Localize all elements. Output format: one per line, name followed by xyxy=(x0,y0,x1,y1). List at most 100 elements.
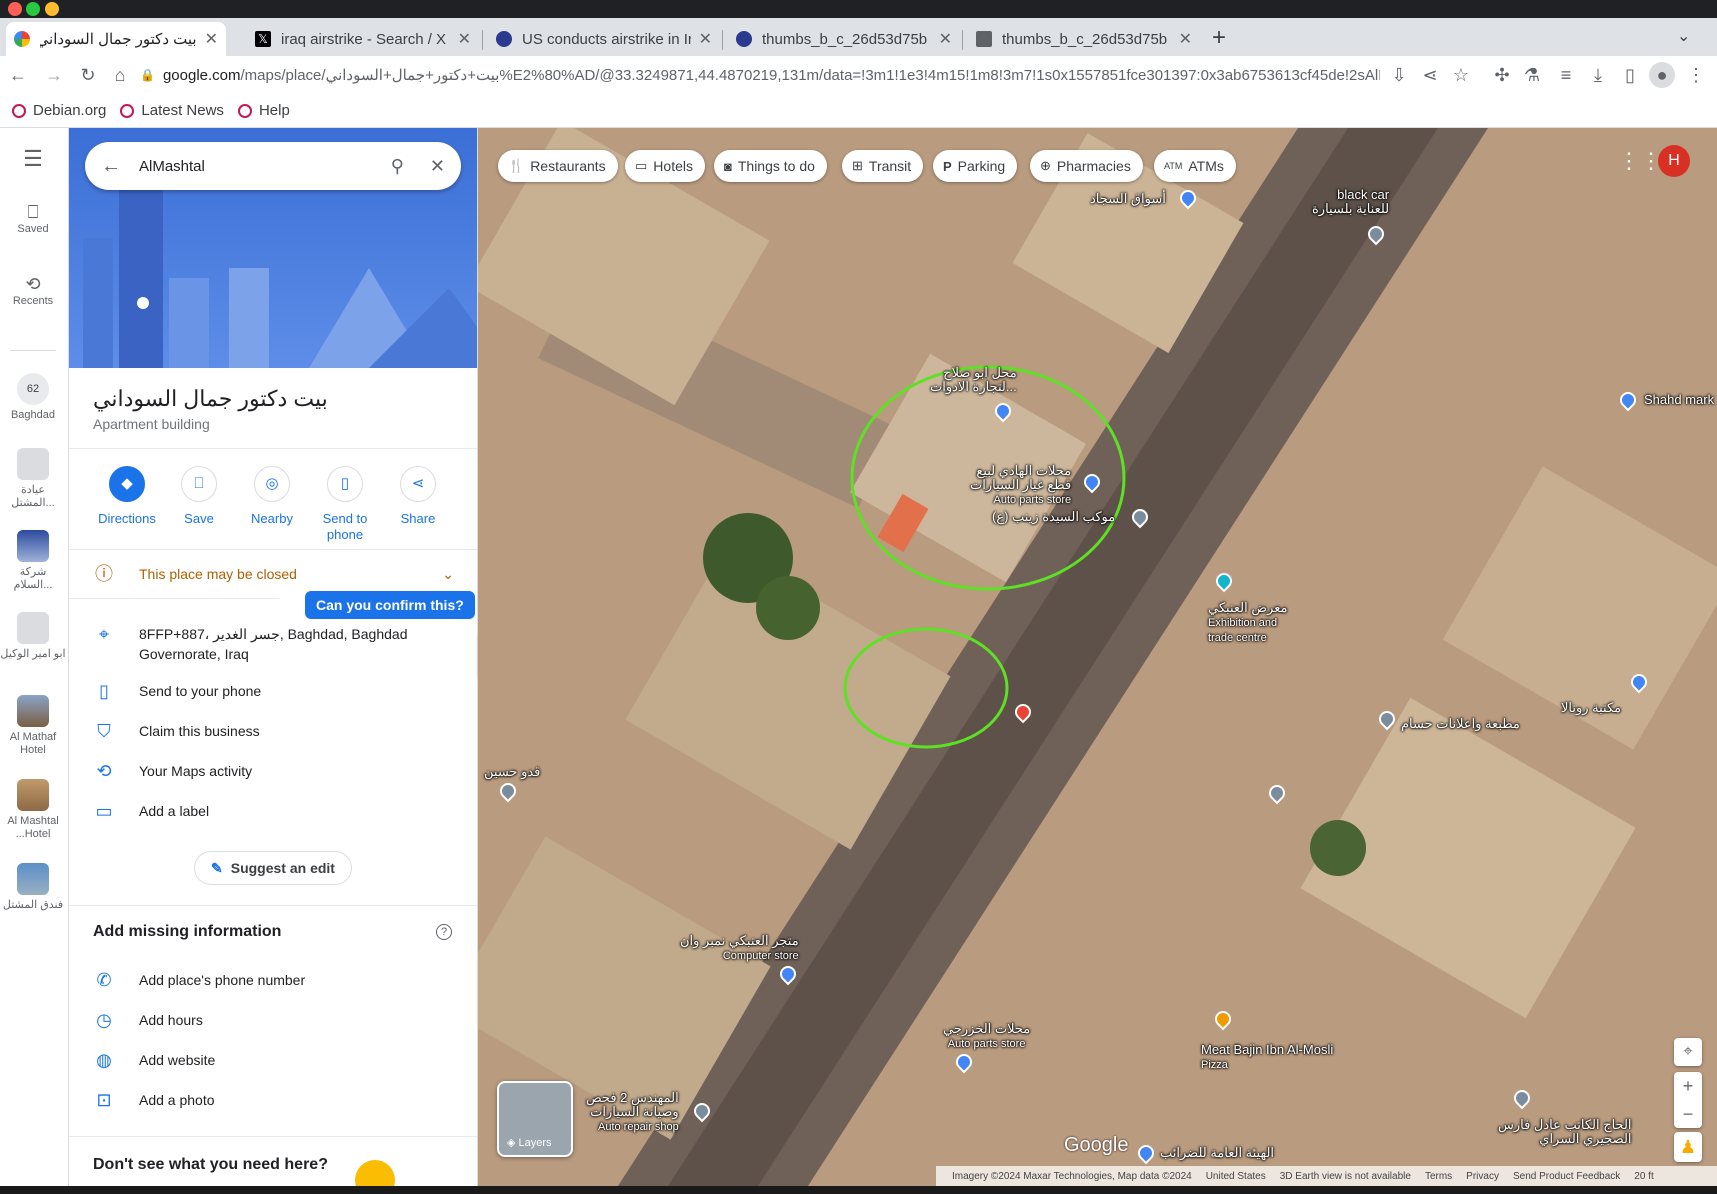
chip-restaurants[interactable]: 🍴 Restaurants xyxy=(498,150,618,182)
share-icon[interactable]: ⋖ xyxy=(1417,62,1443,88)
side-panel-icon[interactable]: ▯ xyxy=(1617,62,1643,88)
bookmark-help[interactable]: Help xyxy=(237,102,290,119)
new-tab-button[interactable]: + xyxy=(1212,24,1226,52)
place-label-muhandis[interactable]: المهندس 2 فحص وصيانة السيارات Auto repair … xyxy=(586,1091,679,1134)
clear-search-icon[interactable]: ✕ xyxy=(430,156,445,177)
share-button[interactable]: ⋖ Share xyxy=(383,466,453,527)
tab-maps[interactable]: بيت دكتور جمال السوداني ✕ xyxy=(6,22,226,56)
add-website-row[interactable]: ◍ Add website xyxy=(69,1050,477,1070)
close-tab-icon[interactable]: ✕ xyxy=(699,29,712,49)
my-location-icon[interactable]: ⌖ xyxy=(1674,1038,1702,1066)
minimize-window-button[interactable] xyxy=(45,2,59,16)
hamburger-menu-icon[interactable]: ☰ xyxy=(0,148,66,170)
tab-search-chevron-icon[interactable]: ⌄ xyxy=(1677,26,1690,46)
pegman-icon[interactable]: ♟ xyxy=(1674,1132,1702,1162)
closed-warning-row[interactable]: ⓘ This place may be closed ⌄ xyxy=(69,564,477,584)
downloads-icon[interactable]: ⤓ xyxy=(1585,62,1611,88)
chip-atms[interactable]: ATM ATMs xyxy=(1154,150,1236,182)
place-label-computer-store[interactable]: متجر العنبكي نمبر وان Computer store xyxy=(680,934,799,963)
profile-avatar-icon[interactable]: ● xyxy=(1649,62,1675,88)
satellite-map[interactable]: 🍴 Restaurants ▭ Hotels ◙ Things to do ⊞ Tran… xyxy=(478,128,1717,1186)
claim-business-row[interactable]: ⛉ Claim this business xyxy=(69,721,477,741)
forward-arrow-icon[interactable]: → xyxy=(41,62,67,88)
chip-pharmacies[interactable]: ⊕ Pharmacies xyxy=(1030,150,1143,182)
add-phone-row[interactable]: ✆ Add place's phone number xyxy=(69,970,477,990)
place-label-hajj[interactable]: الحاج الكاتب عادل فارس الصجيري السراي xyxy=(1498,1118,1632,1146)
install-icon[interactable]: ⇩ xyxy=(1386,62,1412,88)
maps-activity-row[interactable]: ⟲ Your Maps activity xyxy=(69,761,477,781)
bookmark-latest-news[interactable]: Latest News xyxy=(120,102,224,119)
address-row[interactable]: ⌖ 8FFP+887، جسر الغدير, Baghdad, Baghdad… xyxy=(69,624,477,664)
recent-baghdad[interactable]: 62 Baghdad xyxy=(0,373,66,422)
chip-parking[interactable]: P Parking xyxy=(933,150,1018,182)
search-input[interactable]: AlMashtal xyxy=(139,158,391,175)
reload-icon[interactable]: ↻ xyxy=(75,62,101,88)
back-arrow-icon[interactable]: ← xyxy=(5,62,31,88)
place-label-shahd[interactable]: Shahd mark xyxy=(1644,393,1714,407)
search-icon[interactable]: ⚲ xyxy=(391,156,404,177)
place-category[interactable]: Apartment building xyxy=(93,416,210,432)
saved-button[interactable]: ⎕ Saved xyxy=(0,203,66,236)
confirm-tooltip[interactable]: Can you confirm this? xyxy=(305,591,475,619)
home-icon[interactable]: ⌂ xyxy=(107,62,133,88)
help-icon[interactable]: ? xyxy=(436,924,452,940)
feedback-link[interactable]: Send Product Feedback xyxy=(1513,1171,1620,1182)
close-tab-icon[interactable]: ✕ xyxy=(939,29,952,49)
chip-things-to-do[interactable]: ◙ Things to do xyxy=(714,150,827,182)
close-tab-icon[interactable]: ✕ xyxy=(205,29,218,49)
zoom-out-button[interactable]: − xyxy=(1683,1100,1694,1128)
close-window-button[interactable] xyxy=(8,2,22,16)
directions-button[interactable]: ◆ Directions xyxy=(92,466,162,527)
chevron-down-icon[interactable]: ⌄ xyxy=(442,564,454,584)
recents-button[interactable]: ⟲ Recents xyxy=(0,275,66,308)
menu-kebab-icon[interactable]: ⋮ xyxy=(1683,62,1709,88)
chip-transit[interactable]: ⊞ Transit xyxy=(842,150,924,182)
terms-link[interactable]: Terms xyxy=(1425,1171,1452,1182)
place-label-hadi[interactable]: محلات الهادي لبيع قطع غيار السيارات Auto p… xyxy=(970,464,1071,507)
save-button[interactable]: ⎕ Save xyxy=(164,466,234,527)
recent-al-mathaf-hotel[interactable]: Al Mathaf Hotel xyxy=(0,695,66,757)
address-bar[interactable]: 🔒 google.com/maps/place/بيت+دكتور+جمال+ا… xyxy=(140,60,1380,90)
search-box[interactable]: ← AlMashtal ⚲ ✕ xyxy=(85,142,461,190)
maximize-window-button[interactable] xyxy=(26,2,40,16)
recent-abu-amir[interactable]: ابو امير الوكيل xyxy=(0,612,66,661)
send-to-phone-button[interactable]: ▯ Send to phone xyxy=(310,466,380,543)
layers-button[interactable]: ◈ Layers xyxy=(497,1081,573,1157)
place-label-anbaki[interactable]: معرض العنبكي Exhibition and trade centre xyxy=(1208,601,1287,645)
place-label-meat-bajin[interactable]: Meat Bajin Ibn Al-Mosli Pizza xyxy=(1201,1043,1333,1072)
add-hours-row[interactable]: ◷ Add hours xyxy=(69,1010,477,1030)
media-queue-icon[interactable]: ≡ xyxy=(1553,62,1579,88)
recent-salam-company[interactable]: شركة السلام... xyxy=(0,530,66,592)
place-label-mawkib[interactable]: موكب السيدة زينب (ع) xyxy=(992,510,1115,524)
place-label-aswaq[interactable]: أسواق السجاد xyxy=(1090,192,1166,206)
tab-us-airstrike[interactable]: US conducts airstrike in Ir ✕ xyxy=(488,22,720,56)
place-label-black-car[interactable]: black car للعناية بلسيارة xyxy=(1312,188,1389,216)
extensions-icon[interactable]: ✣ xyxy=(1489,62,1515,88)
privacy-link[interactable]: Privacy xyxy=(1466,1171,1499,1182)
account-avatar[interactable]: H xyxy=(1658,145,1690,177)
place-label-qadu[interactable]: قدو حسين xyxy=(484,765,540,779)
tab-thumbs-2[interactable]: thumbs_b_c_26d53d75b ✕ xyxy=(968,22,1200,56)
close-tab-icon[interactable]: ✕ xyxy=(458,29,471,49)
place-label-matbaa[interactable]: مطبعة واعلانات حسام xyxy=(1401,717,1520,731)
suggest-edit-button[interactable]: ✎ Suggest an edit xyxy=(194,851,352,885)
bookmark-star-icon[interactable]: ☆ xyxy=(1448,62,1474,88)
place-label-abu-salah[interactable]: محل ابو صلاح لتجارة الادوات... xyxy=(930,366,1017,394)
bookmark-debian[interactable]: Debian.org xyxy=(12,102,106,119)
place-label-tax[interactable]: الهيئة العامة للضرائب xyxy=(1160,1146,1274,1160)
close-tab-icon[interactable]: ✕ xyxy=(1179,29,1192,49)
nearby-button[interactable]: ◎ Nearby xyxy=(237,466,307,527)
tab-thumbs-1[interactable]: thumbs_b_c_26d53d75b ✕ xyxy=(728,22,960,56)
recent-al-mashtal-hotel[interactable]: Al Mashtal ...Hotel xyxy=(0,779,66,841)
recent-mashtal-hotel[interactable]: فندق المشتل xyxy=(0,863,66,912)
send-to-phone-row[interactable]: ▯ Send to your phone xyxy=(69,681,477,701)
zoom-in-button[interactable]: + xyxy=(1683,1072,1694,1100)
add-photo-row[interactable]: ⊡ Add a photo xyxy=(69,1090,477,1110)
chip-hotels[interactable]: ▭ Hotels xyxy=(625,150,705,182)
place-label-maktaba[interactable]: مكتبة رونالا xyxy=(1561,701,1621,715)
tab-x-search[interactable]: 𝕏 iraq airstrike - Search / X ✕ xyxy=(247,22,479,56)
lab-flask-icon[interactable]: ⚗ xyxy=(1519,62,1545,88)
add-label-row[interactable]: ▭ Add a label xyxy=(69,801,477,821)
back-arrow-icon[interactable]: ← xyxy=(101,155,121,178)
region-link[interactable]: United States xyxy=(1206,1171,1266,1182)
